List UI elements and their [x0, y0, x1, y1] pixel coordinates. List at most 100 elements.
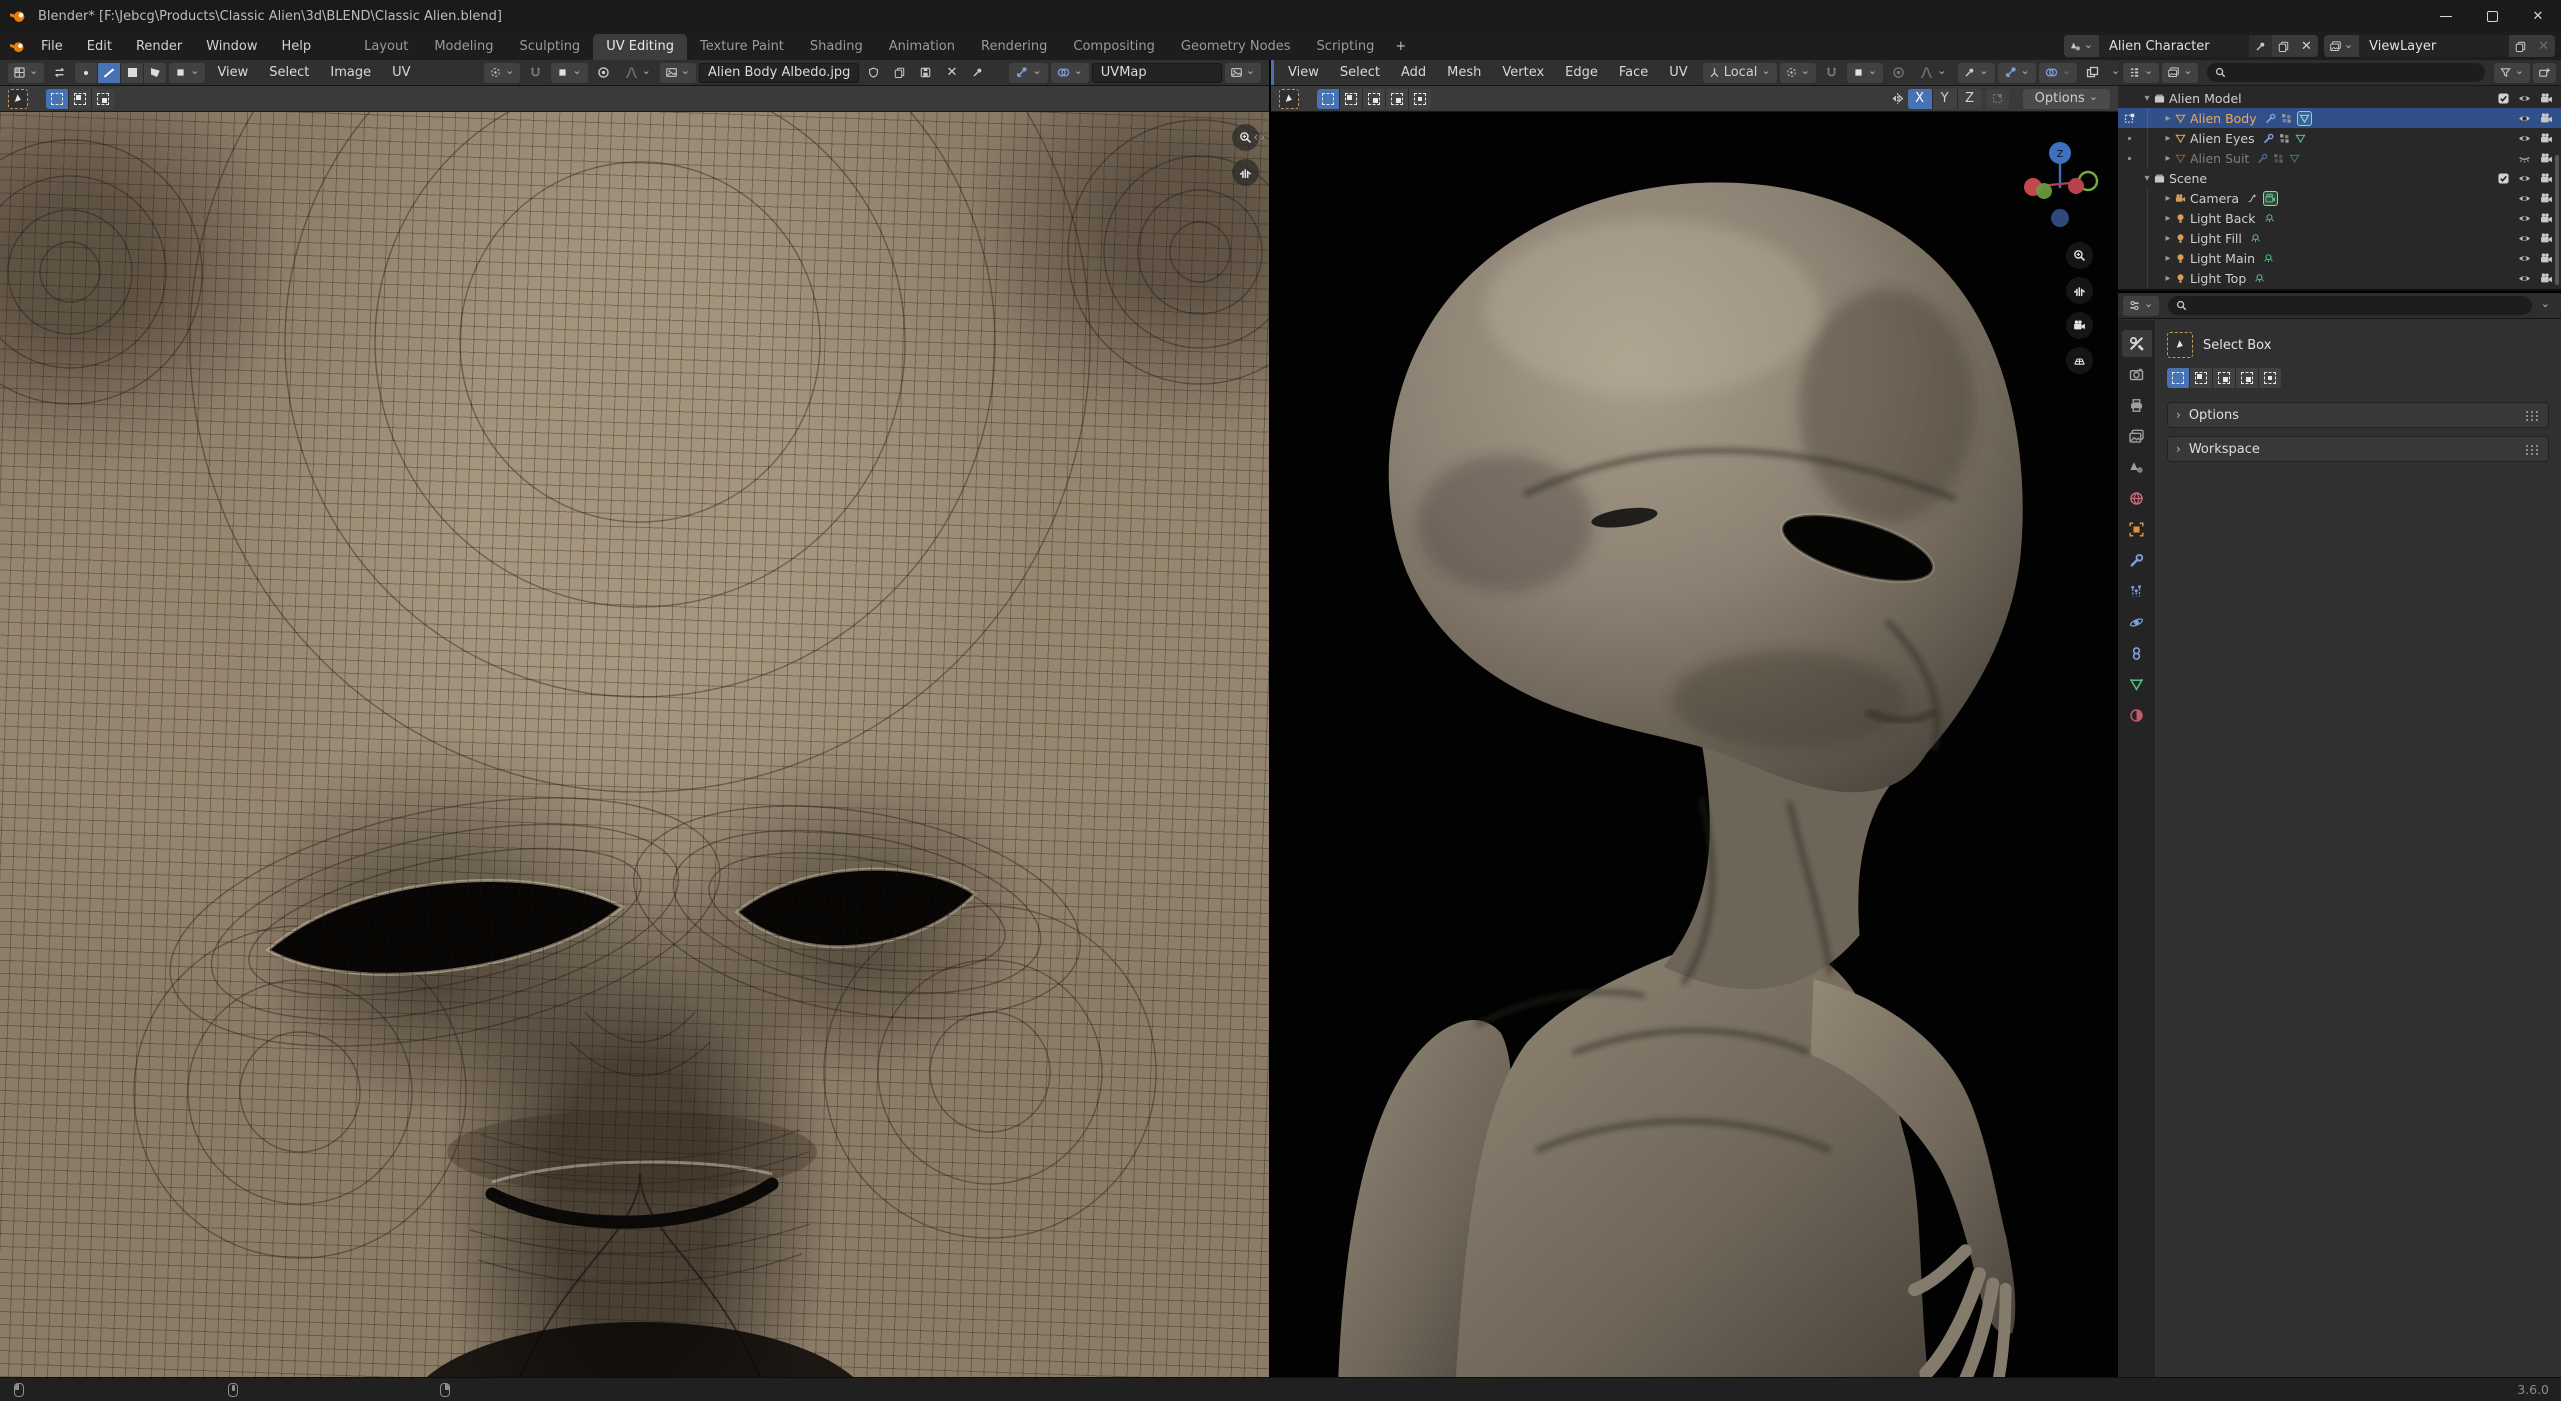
scene-delete-button[interactable]: ✕ — [2294, 35, 2318, 57]
v3d-menu-uv[interactable]: UV — [1660, 60, 1696, 85]
tab-uv-editing[interactable]: UV Editing — [593, 34, 688, 60]
tab-layout[interactable]: Layout — [351, 34, 421, 60]
tab-object-data[interactable] — [2122, 671, 2152, 698]
disable-render-toggle[interactable] — [2540, 212, 2553, 225]
image-fake-user-toggle[interactable] — [862, 63, 885, 83]
viewport-pan-button[interactable] — [2066, 277, 2093, 304]
tab-tool[interactable] — [2121, 330, 2152, 357]
proportional-toggle[interactable] — [1886, 63, 1911, 83]
menu-help[interactable]: Help — [270, 32, 324, 60]
outliner-filter-button[interactable] — [2493, 62, 2530, 83]
v3d-menu-vertex[interactable]: Vertex — [1493, 60, 1553, 85]
view-layer-name[interactable]: ViewLayer — [2359, 35, 2510, 57]
image-browse-button[interactable] — [659, 62, 697, 83]
mirror-z-button[interactable]: Z — [1957, 88, 1982, 109]
outliner-row-light-back[interactable]: ▸ Light Back — [2118, 208, 2561, 228]
active-tool-icon[interactable] — [2167, 332, 2193, 358]
chevron-down-icon[interactable] — [2541, 298, 2550, 313]
mirror-y-button[interactable]: Y — [1932, 88, 1957, 109]
disable-render-toggle[interactable] — [2540, 252, 2553, 265]
uv-sticky-selection-button[interactable] — [169, 62, 206, 83]
scene-name[interactable]: Alien Character — [2098, 35, 2249, 57]
uv-editor-type-button[interactable] — [8, 62, 45, 83]
image-pin-button[interactable] — [966, 63, 989, 83]
mirror-x-button[interactable]: X — [1907, 88, 1932, 109]
uv-menu-image[interactable]: Image — [321, 60, 380, 85]
outliner-row-scene-collection[interactable]: ▾ Scene — [2118, 168, 2561, 188]
view-layer-browse-button[interactable] — [2323, 35, 2360, 57]
uv-menu-view[interactable]: View — [208, 60, 257, 85]
uv-proportional-toggle[interactable] — [591, 63, 616, 83]
uv-pivot-button[interactable] — [484, 62, 521, 83]
disclosure-icon[interactable]: ▸ — [2161, 133, 2175, 144]
tab-object[interactable] — [2122, 516, 2152, 543]
viewport-navigation-gizmo[interactable]: Z — [2018, 138, 2102, 234]
uv-select-mode-face[interactable] — [121, 62, 144, 83]
select-op-intersect[interactable] — [1409, 88, 1431, 109]
tab-rendering[interactable]: Rendering — [968, 34, 1060, 60]
select-op-new[interactable] — [1317, 88, 1339, 109]
select-op-extend[interactable] — [69, 88, 91, 109]
uv-pan-button[interactable] — [1232, 159, 1259, 186]
hide-viewport-toggle[interactable] — [2518, 192, 2531, 205]
disable-render-toggle[interactable] — [2540, 112, 2553, 125]
v3d-menu-add[interactable]: Add — [1392, 60, 1435, 85]
select-op-subtract[interactable] — [2213, 368, 2235, 388]
tool-options-button[interactable]: Options — [2022, 88, 2110, 109]
minimize-button[interactable] — [2423, 0, 2469, 32]
panel-drag-grip[interactable] — [2526, 444, 2540, 454]
menu-file[interactable]: File — [29, 32, 75, 60]
visibility-dropdown-button[interactable] — [1958, 62, 1995, 83]
tab-constraints[interactable] — [2122, 640, 2152, 667]
view-layer-delete-button[interactable]: ✕ — [2532, 35, 2555, 57]
snap-target-button[interactable] — [1846, 62, 1884, 83]
hide-viewport-toggle[interactable] — [2518, 92, 2531, 105]
hide-viewport-toggle[interactable] — [2518, 112, 2531, 125]
image-pack-button[interactable] — [914, 63, 937, 83]
v3d-menu-edge[interactable]: Edge — [1556, 60, 1607, 85]
disable-render-toggle[interactable] — [2540, 152, 2553, 165]
outliner-row-camera[interactable]: ▸ Camera — [2118, 188, 2561, 208]
v3d-menu-select[interactable]: Select — [1331, 60, 1389, 85]
uv-falloff-button[interactable] — [619, 63, 657, 83]
transform-orientation-button[interactable]: Local — [1702, 62, 1777, 83]
uv-overlays-button[interactable] — [1050, 62, 1089, 83]
scene-browse-button[interactable] — [2063, 35, 2099, 57]
new-collection-button[interactable] — [2533, 62, 2556, 83]
panel-drag-grip[interactable] — [2526, 410, 2540, 420]
panel-options[interactable]: › Options — [2167, 402, 2549, 428]
snap-toggle[interactable] — [1819, 63, 1844, 83]
viewport-zoom-button[interactable] — [2066, 242, 2093, 269]
tab-render[interactable] — [2122, 361, 2152, 388]
image-new-button[interactable] — [888, 63, 911, 83]
select-op-subtract[interactable] — [92, 88, 114, 109]
tab-compositing[interactable]: Compositing — [1060, 34, 1168, 60]
hide-viewport-toggle[interactable] — [2518, 132, 2531, 145]
tab-shading[interactable]: Shading — [797, 34, 876, 60]
show-gizmo-button[interactable] — [1997, 62, 2036, 83]
uv-menu-uv[interactable]: UV — [383, 60, 419, 85]
active-tool-select-box[interactable] — [8, 88, 28, 109]
pivot-point-button[interactable] — [1779, 62, 1816, 83]
tab-material[interactable] — [2122, 702, 2152, 729]
tab-scene[interactable] — [2122, 454, 2152, 481]
hide-viewport-toggle[interactable] — [2518, 232, 2531, 245]
tab-modeling[interactable]: Modeling — [421, 34, 506, 60]
v3d-menu-view[interactable]: View — [1279, 60, 1328, 85]
disable-render-toggle[interactable] — [2540, 92, 2553, 105]
select-op-new[interactable] — [2167, 368, 2189, 388]
v3d-menu-face[interactable]: Face — [1610, 60, 1657, 85]
close-button[interactable]: ✕ — [2515, 0, 2561, 32]
outliner-row-alien-body[interactable]: ▸ Alien Body — [2118, 108, 2561, 128]
tab-sculpting[interactable]: Sculpting — [506, 34, 593, 60]
disclosure-icon[interactable]: ▸ — [2161, 233, 2175, 244]
maximize-button[interactable] — [2469, 0, 2515, 32]
falloff-button[interactable] — [1914, 63, 1952, 83]
uv-snap-toggle[interactable] — [523, 63, 548, 83]
select-op-extend[interactable] — [2190, 368, 2212, 388]
outliner-row-alien-model[interactable]: ▾ Alien Model — [2118, 88, 2561, 108]
uv-select-mode-edge[interactable] — [98, 62, 121, 83]
disclosure-icon[interactable]: ▸ — [2161, 193, 2175, 204]
area-resize-handle[interactable]: ‹› — [1253, 130, 1267, 144]
topology-mirror-button[interactable] — [1985, 88, 2009, 109]
